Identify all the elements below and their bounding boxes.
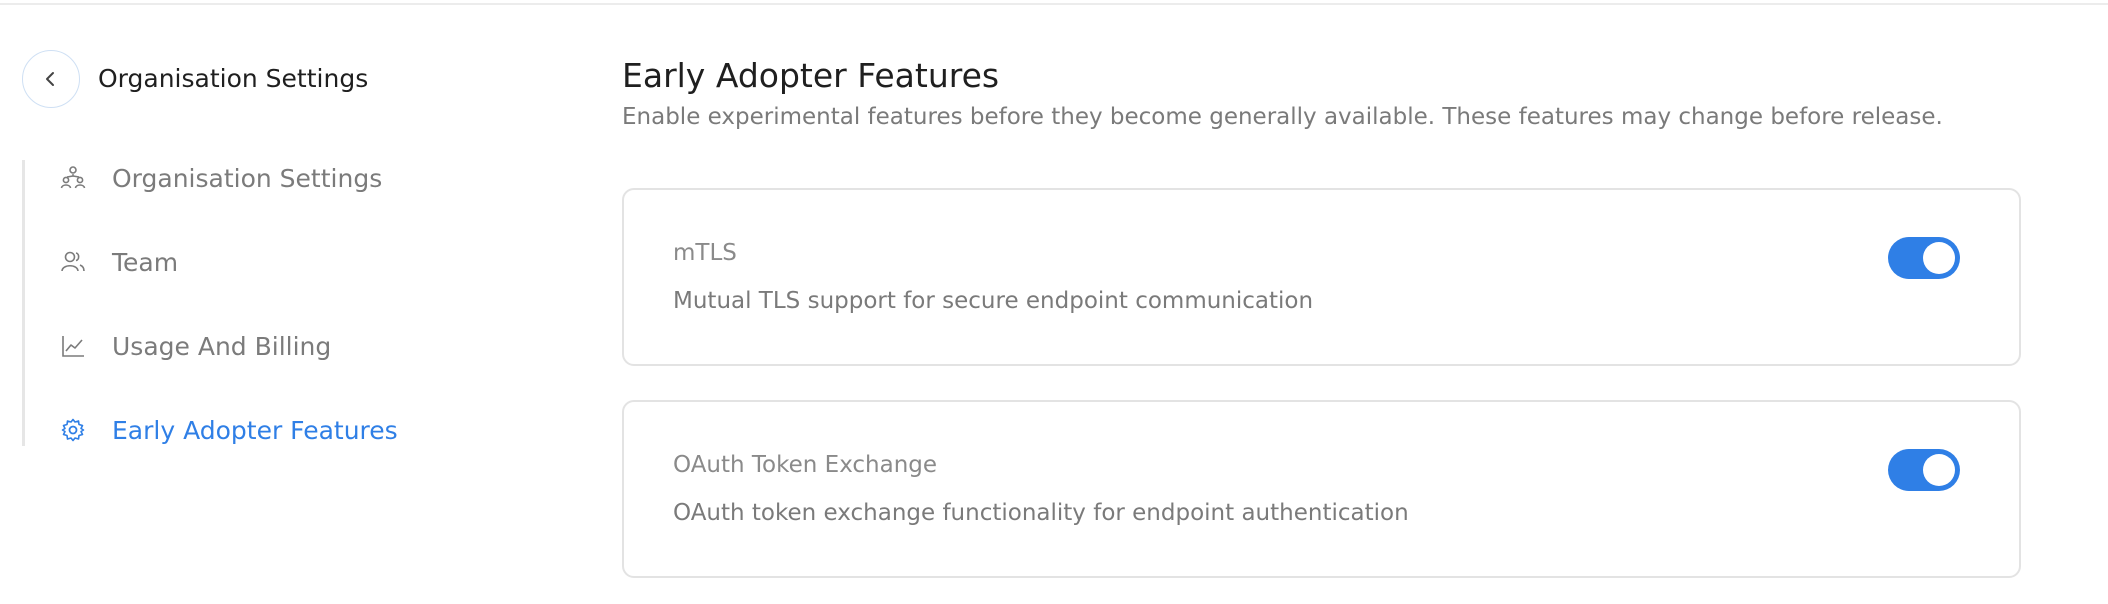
feature-toggle[interactable] — [1888, 237, 1960, 279]
feature-description: Mutual TLS support for secure endpoint c… — [673, 288, 1314, 314]
feature-name: mTLS — [673, 240, 737, 266]
toggle-knob — [1923, 454, 1955, 486]
sidebar-item-label: Organisation Settings — [112, 163, 383, 193]
sidebar-item-organisation-settings[interactable]: Organisation Settings — [60, 158, 382, 198]
sidebar-title: Organisation Settings — [98, 64, 369, 93]
sidebar-item-team[interactable]: Team — [60, 242, 178, 282]
users-icon — [60, 249, 86, 275]
feature-toggle[interactable] — [1888, 449, 1960, 491]
sidebar-item-label: Usage And Billing — [112, 331, 332, 361]
feature-name: OAuth Token Exchange — [673, 452, 938, 478]
sidebar-item-label: Early Adopter Features — [112, 415, 398, 445]
feature-description: OAuth token exchange functionality for e… — [673, 500, 1409, 526]
page-subtitle: Enable experimental features before they… — [622, 104, 1943, 130]
gear-icon — [60, 417, 86, 443]
sidebar-item-label: Team — [112, 247, 179, 277]
page-title: Early Adopter Features — [622, 56, 1000, 95]
toggle-knob — [1923, 242, 1955, 274]
top-border — [0, 0, 2108, 5]
sidebar-item-early-adopter-features[interactable]: Early Adopter Features — [60, 410, 398, 450]
feature-card: mTLS Mutual TLS support for secure endpo… — [622, 188, 2021, 366]
chevron-left-icon — [46, 72, 54, 86]
org-people-icon — [60, 165, 86, 191]
line-chart-icon — [60, 333, 86, 359]
sidebar-item-usage-and-billing[interactable]: Usage And Billing — [60, 326, 331, 366]
feature-card: OAuth Token Exchange OAuth token exchang… — [622, 400, 2021, 578]
back-button[interactable] — [22, 50, 80, 108]
sidebar-nav-rail — [22, 160, 25, 446]
